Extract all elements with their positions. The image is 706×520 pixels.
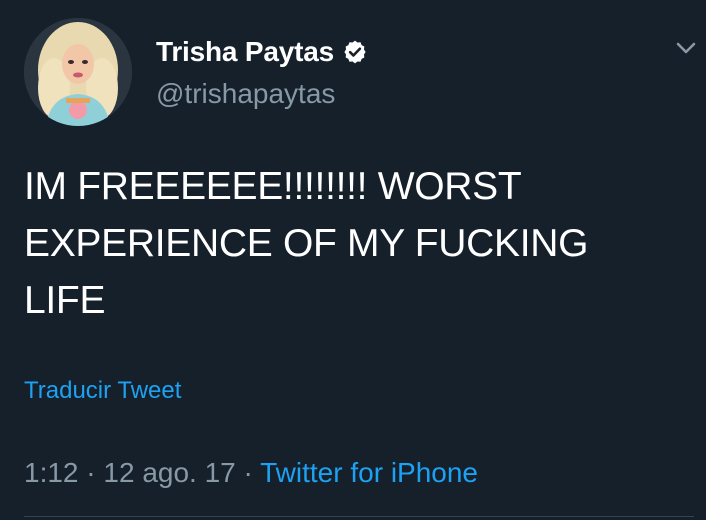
- meta-separator-2: ·: [243, 457, 253, 488]
- tweet-date[interactable]: 12 ago. 17: [103, 457, 235, 488]
- translate-tweet-link[interactable]: Traducir Tweet: [24, 376, 181, 406]
- tweet-text: IM FREEEEEE!!!!!!!! WORST EXPERIENCE OF …: [24, 165, 589, 322]
- author-name-row: Trisha Paytas: [156, 36, 368, 68]
- avatar[interactable]: [24, 18, 132, 126]
- author-handle[interactable]: @trishapaytas: [156, 78, 335, 110]
- tweet-meta: 1:12 · 12 ago. 17 · Twitter for iPhone: [24, 456, 478, 490]
- display-name[interactable]: Trisha Paytas: [156, 36, 334, 68]
- divider: [24, 516, 694, 517]
- verified-badge-icon: [342, 39, 368, 65]
- tweet-card: Trisha Paytas @trishapaytas IM FREEEEEE!…: [0, 0, 706, 520]
- chevron-down-icon[interactable]: [672, 34, 700, 62]
- tweet-time[interactable]: 1:12: [24, 457, 79, 488]
- tweet-source-link[interactable]: Twitter for iPhone: [260, 457, 478, 488]
- meta-separator: ·: [86, 457, 96, 488]
- avatar-image: [24, 18, 132, 126]
